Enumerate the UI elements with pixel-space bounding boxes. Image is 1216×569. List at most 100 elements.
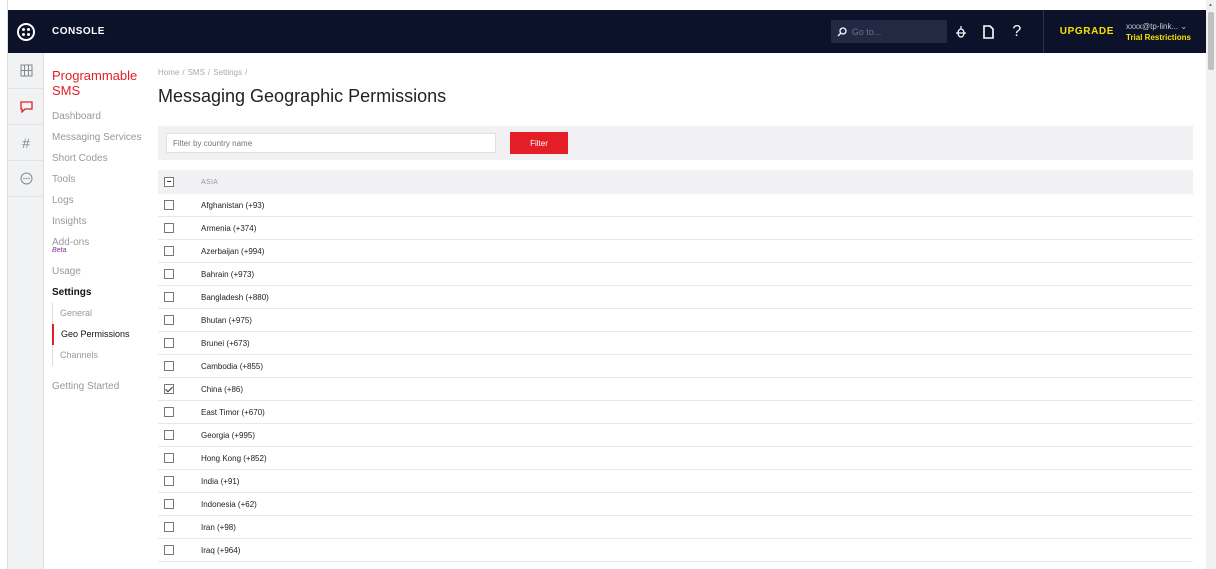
breadcrumb-home[interactable]: Home: [158, 68, 179, 77]
country-label: Armenia (+374): [201, 223, 257, 233]
country-label: Bangladesh (+880): [201, 292, 269, 302]
country-label: Afghanistan (+93): [201, 200, 265, 210]
product-icon-rail: #: [8, 53, 44, 569]
table-row: India (+91): [158, 470, 1193, 493]
country-label: Iran (+98): [201, 522, 236, 532]
account-email: xxxx@tp-link...: [1126, 21, 1179, 31]
table-row: Iran (+98): [158, 516, 1193, 539]
country-checkbox[interactable]: [164, 476, 174, 486]
filter-bar: Filter: [158, 126, 1193, 160]
product-title-line-2: SMS: [52, 83, 81, 98]
docs-icon[interactable]: [975, 24, 1003, 39]
sidebar-subitem-channels[interactable]: Channels: [53, 345, 150, 366]
trial-restrictions-link[interactable]: Trial Restrictions: [1126, 32, 1206, 43]
country-label: Indonesia (+62): [201, 499, 257, 509]
table-row: Hong Kong (+852): [158, 447, 1193, 470]
sms-sidebar-nav: Programmable SMS Dashboard Messaging Ser…: [44, 53, 150, 569]
country-checkbox[interactable]: [164, 200, 174, 210]
sidebar-item-short-codes[interactable]: Short Codes: [52, 148, 150, 169]
product-title-line-1: Programmable: [52, 68, 138, 83]
country-label: Bahrain (+973): [201, 269, 255, 279]
table-row: Iraq (+964): [158, 539, 1193, 562]
country-checkbox[interactable]: [164, 315, 174, 325]
country-label: China (+86): [201, 384, 244, 394]
product-title: Programmable SMS: [52, 68, 150, 98]
country-checkbox[interactable]: [164, 522, 174, 532]
country-checkbox[interactable]: [164, 407, 174, 417]
main-content: Home / SMS / Settings / Messaging Geographic …: [158, 53, 1196, 569]
country-checkbox[interactable]: [164, 338, 174, 348]
top-navigation-bar: CONSOLE Go to... ? UPGRADE xxxx@tp-link.: [8, 10, 1206, 53]
goto-search-input[interactable]: Go to...: [830, 20, 947, 43]
sidebar-item-insights[interactable]: Insights: [52, 211, 150, 232]
table-row: Azerbaijan (+994): [158, 240, 1193, 263]
twilio-logo-icon[interactable]: [8, 22, 44, 41]
country-checkbox[interactable]: [164, 384, 174, 394]
table-row: Bahrain (+973): [158, 263, 1193, 286]
breadcrumb: Home / SMS / Settings /: [158, 68, 248, 77]
more-ellipsis-icon[interactable]: [8, 161, 44, 197]
table-row: Cambodia (+855): [158, 355, 1193, 378]
country-label: Bhutan (+975): [201, 315, 252, 325]
window-edge: [0, 0, 8, 569]
region-header-row: ASIA: [158, 170, 1193, 194]
sidebar-item-logs[interactable]: Logs: [52, 190, 150, 211]
table-row: Brunei (+673): [158, 332, 1193, 355]
upgrade-button[interactable]: UPGRADE: [1060, 26, 1114, 37]
console-label[interactable]: CONSOLE: [52, 26, 105, 37]
table-row: China (+86): [158, 378, 1193, 401]
country-label: Georgia (+995): [201, 430, 256, 440]
table-row: Armenia (+374): [158, 217, 1193, 240]
table-row: Georgia (+995): [158, 424, 1193, 447]
account-email-row: xxxx@tp-link... ⌄: [1126, 21, 1206, 32]
help-icon[interactable]: ?: [1003, 23, 1031, 41]
country-label: India (+91): [201, 476, 240, 486]
country-checkbox[interactable]: [164, 361, 174, 371]
country-checkbox[interactable]: [164, 545, 174, 555]
topbar-divider: [1042, 10, 1044, 53]
country-checkbox[interactable]: [164, 430, 174, 440]
country-filter-input[interactable]: [166, 133, 496, 153]
sidebar-subitem-general[interactable]: General: [53, 303, 150, 324]
country-permissions-table: ASIA Afghanistan (+93) Armenia (+374) Azer…: [158, 170, 1193, 562]
sidebar-item-tools[interactable]: Tools: [52, 169, 150, 190]
country-label: East Timor (+670): [201, 407, 265, 417]
country-checkbox[interactable]: [164, 453, 174, 463]
sidebar-item-settings[interactable]: Settings: [52, 282, 150, 303]
region-name: ASIA: [201, 178, 219, 186]
scroll-up-arrow-icon[interactable]: ▲: [1208, 2, 1213, 8]
country-checkbox[interactable]: [164, 499, 174, 509]
breadcrumb-sms[interactable]: SMS: [188, 68, 205, 77]
filter-button[interactable]: Filter: [510, 132, 568, 154]
sidebar-item-getting-started[interactable]: Getting Started: [52, 376, 150, 397]
country-label: Brunei (+673): [201, 338, 250, 348]
country-checkbox[interactable]: [164, 223, 174, 233]
country-checkbox[interactable]: [164, 292, 174, 302]
goto-placeholder: Go to...: [851, 26, 882, 37]
table-row: Bhutan (+975): [158, 309, 1193, 332]
table-row: Afghanistan (+93): [158, 194, 1193, 217]
sms-chat-icon[interactable]: [8, 89, 44, 125]
scrollbar-thumb[interactable]: [1208, 12, 1214, 70]
account-menu[interactable]: xxxx@tp-link... ⌄ Trial Restrictions: [1126, 21, 1206, 43]
chevron-down-icon: ⌄: [1180, 21, 1188, 31]
phone-numbers-hash-icon[interactable]: #: [8, 125, 44, 161]
page-title: Messaging Geographic Permissions: [158, 86, 447, 106]
country-label: Iraq (+964): [201, 545, 241, 555]
table-row: Indonesia (+62): [158, 493, 1193, 516]
vertical-scrollbar[interactable]: ▲: [1206, 0, 1216, 569]
sidebar-item-usage[interactable]: Usage: [52, 261, 150, 282]
country-label: Hong Kong (+852): [201, 453, 267, 463]
dashboard-grid-icon[interactable]: [8, 53, 44, 89]
debugger-bug-icon[interactable]: [947, 25, 975, 39]
breadcrumb-settings[interactable]: Settings: [213, 68, 242, 77]
country-checkbox[interactable]: [164, 269, 174, 279]
sidebar-subitem-geo-permissions[interactable]: Geo Permissions: [52, 324, 150, 345]
country-label: Azerbaijan (+994): [201, 246, 265, 256]
region-select-all-checkbox[interactable]: [164, 177, 174, 187]
table-row: Bangladesh (+880): [158, 286, 1193, 309]
table-row: East Timor (+670): [158, 401, 1193, 424]
sidebar-item-dashboard[interactable]: Dashboard: [52, 106, 150, 127]
sidebar-item-messaging-services[interactable]: Messaging Services: [52, 127, 150, 148]
country-checkbox[interactable]: [164, 246, 174, 256]
